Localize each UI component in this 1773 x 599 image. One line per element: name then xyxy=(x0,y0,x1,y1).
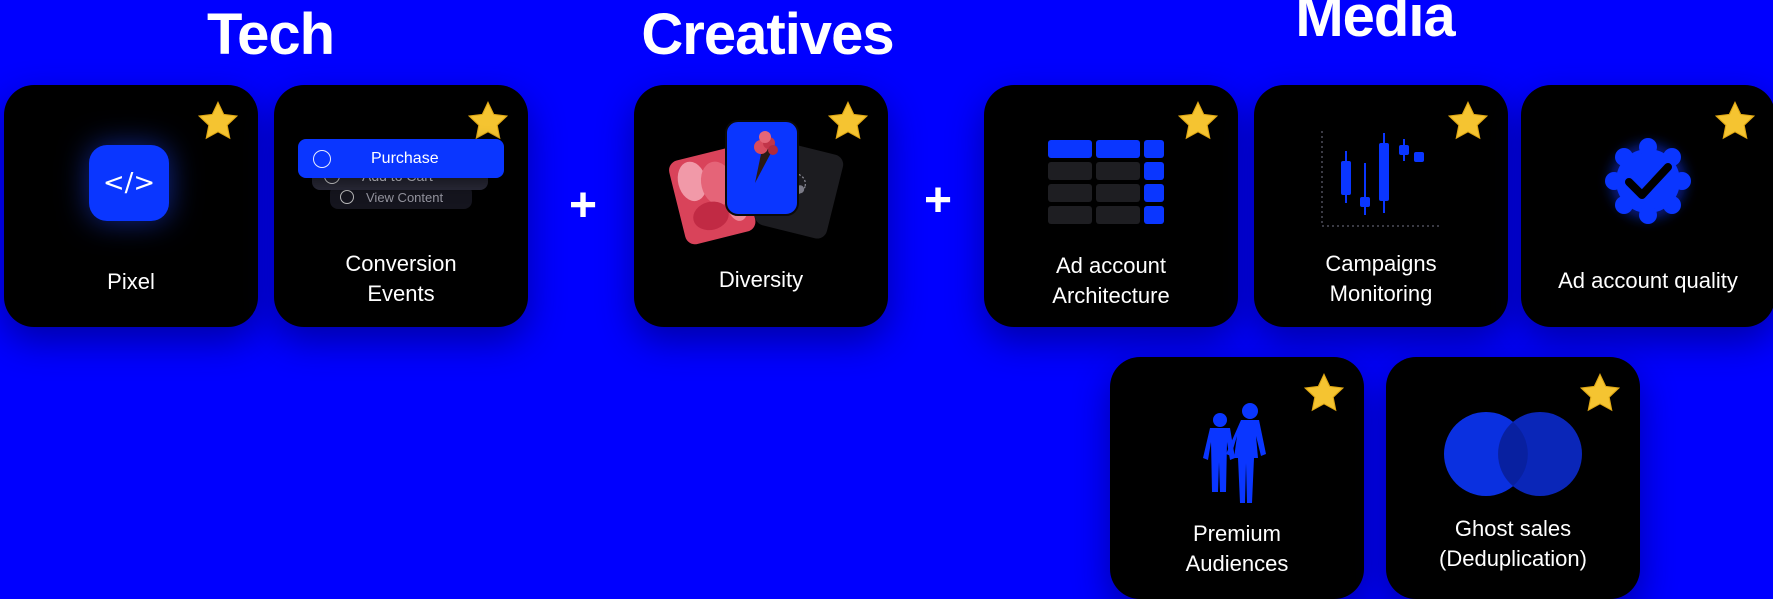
check-circle-icon xyxy=(313,149,331,168)
card-label-ad-account-quality: Ad account quality xyxy=(1558,268,1738,293)
card-conversion-events[interactable]: View Content Add to Cart Purchase Conver… xyxy=(274,85,528,327)
card-premium-audiences[interactable]: Premium Audiences xyxy=(1110,357,1364,599)
card-pixel[interactable]: </> Pixel xyxy=(4,85,258,327)
card-label-ad-account-architecture: Ad account Architecture xyxy=(1052,253,1170,308)
card-ghost-sales[interactable]: Ghost sales (Deduplication) xyxy=(1386,357,1640,599)
event-label: Purchase xyxy=(371,149,439,167)
card-diversity[interactable]: Diversity xyxy=(634,85,888,327)
plus-sign-2: + xyxy=(923,174,953,227)
star-icon xyxy=(467,101,509,140)
card-label-premium-audiences: Premium Audiences xyxy=(1185,521,1289,576)
star-icon xyxy=(197,101,239,140)
card-campaigns-monitoring[interactable]: Campaigns Monitoring xyxy=(1254,85,1508,327)
card-label-conversion-events: Conversion Events xyxy=(345,251,457,306)
card-ad-account-architecture[interactable]: Ad account Architecture xyxy=(984,85,1238,327)
plus-sign-1: + xyxy=(568,179,598,232)
card-label-ghost-sales: Ghost sales (Deduplication) xyxy=(1439,516,1587,571)
card-label-diversity: Diversity xyxy=(718,267,804,292)
card-label-pixel: Pixel xyxy=(107,269,155,294)
event-pill-purchase: Purchase xyxy=(298,139,504,178)
section-title-tech: Tech xyxy=(206,2,335,67)
card-label-campaigns-monitoring: Campaigns Monitoring xyxy=(1325,251,1437,306)
section-title-media: Media xyxy=(1295,0,1455,49)
card-ad-account-quality[interactable]: Ad account quality xyxy=(1521,85,1773,327)
check-circle-icon xyxy=(340,190,354,204)
code-icon: </> xyxy=(89,145,169,221)
event-label: View Content xyxy=(366,189,444,205)
section-title-creatives: Creatives xyxy=(641,2,894,67)
